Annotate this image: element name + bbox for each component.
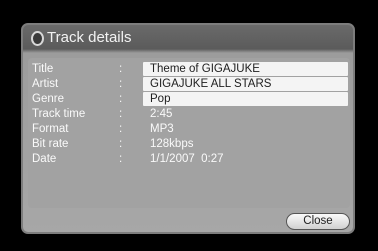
field-separator: :: [119, 78, 123, 90]
field-value-bit-rate: 128kbps: [150, 138, 194, 150]
field-value-format: MP3: [150, 123, 174, 135]
track-details-dialog: Track details Title : Theme of GIGAJUKE …: [21, 23, 355, 234]
field-row-track-time: Track time : 2:45: [28, 107, 350, 121]
field-value-genre: Pop: [143, 92, 348, 106]
close-button[interactable]: Close: [286, 213, 350, 230]
field-row-date: Date : 1/1/2007 0:27: [28, 152, 350, 166]
field-row-artist: Artist : GIGAJUKE ALL STARS: [28, 77, 350, 91]
field-separator: :: [119, 63, 123, 75]
field-separator: :: [119, 123, 123, 135]
details-panel: Title : Theme of GIGAJUKE Artist : GIGAJ…: [28, 58, 350, 208]
field-separator: :: [119, 93, 123, 105]
field-value-title: Theme of GIGAJUKE: [143, 62, 348, 76]
field-label-date: Date: [32, 153, 57, 165]
title-bar: Track details: [23, 25, 353, 53]
field-label-title: Title: [32, 63, 54, 75]
field-row-bit-rate: Bit rate : 128kbps: [28, 137, 350, 151]
field-label-track-time: Track time: [32, 108, 86, 120]
field-separator: :: [119, 108, 123, 120]
field-label-format: Format: [32, 123, 69, 135]
field-value-track-time: 2:45: [150, 108, 173, 120]
field-row-genre: Genre : Pop: [28, 92, 350, 106]
circle-outline-icon: [31, 31, 44, 46]
field-label-genre: Genre: [32, 93, 64, 105]
field-value-date: 1/1/2007 0:27: [150, 153, 224, 165]
field-row-format: Format : MP3: [28, 122, 350, 136]
field-separator: :: [119, 138, 123, 150]
field-value-artist: GIGAJUKE ALL STARS: [143, 77, 348, 91]
field-label-bit-rate: Bit rate: [32, 138, 69, 150]
field-label-artist: Artist: [32, 78, 59, 90]
field-separator: :: [119, 153, 123, 165]
dialog-title: Track details: [47, 29, 132, 46]
field-row-title: Title : Theme of GIGAJUKE: [28, 62, 350, 76]
